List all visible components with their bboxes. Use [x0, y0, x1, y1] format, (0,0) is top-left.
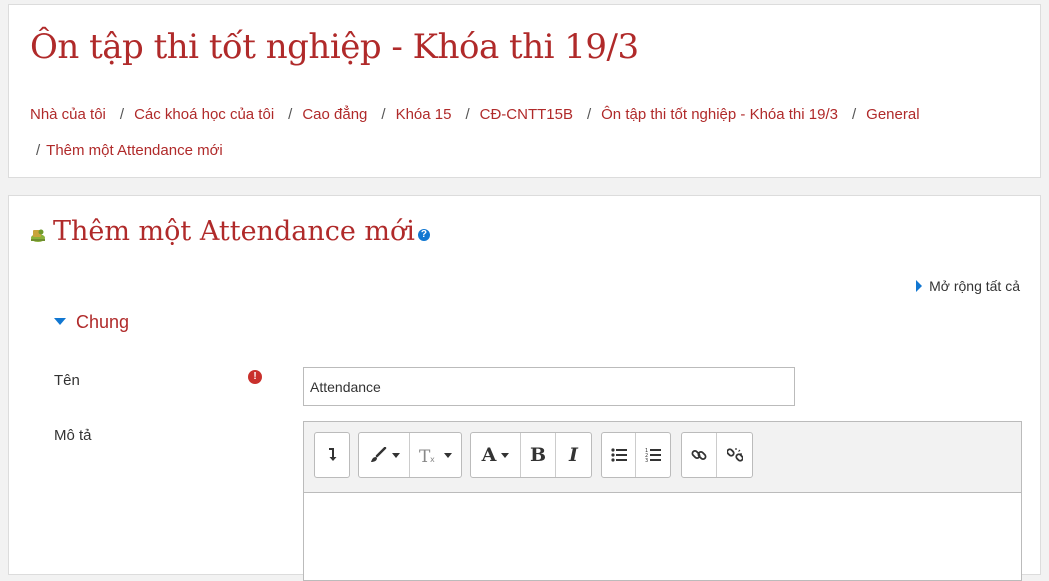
- section-title: Chung: [76, 312, 130, 332]
- page-header: Ôn tập thi tốt nghiệp - Khóa thi 19/3 Nh…: [8, 4, 1041, 178]
- italic-button[interactable]: I: [556, 433, 591, 477]
- main-content: Thêm một Attendance mới ? Mở rộng tất cả…: [8, 195, 1041, 581]
- breadcrumb-separator: /: [119, 106, 125, 123]
- module-title: Thêm một Attendance mới: [53, 216, 415, 247]
- toolbar-group-style: T x: [358, 432, 462, 478]
- toolbar-group-lists: 1 2 3: [601, 432, 671, 478]
- caret-down-icon: [501, 452, 510, 458]
- breadcrumb-item-home[interactable]: Nhà của tôi: [30, 106, 106, 123]
- bold-icon: B: [529, 444, 547, 466]
- breadcrumb-separator: /: [381, 106, 386, 123]
- module-heading: Thêm một Attendance mới ?: [29, 216, 430, 247]
- name-label: Tên: [54, 372, 80, 389]
- expand-all-label: Mở rộng tất cả: [929, 278, 1020, 294]
- breadcrumb-separator: /: [586, 106, 592, 123]
- caret-down-icon: [444, 452, 452, 458]
- svg-text:x: x: [430, 455, 435, 464]
- breadcrumb-separator: /: [36, 142, 41, 159]
- attendance-module-icon: [31, 229, 45, 242]
- toolbar-group-links: [681, 432, 753, 478]
- bold-button[interactable]: B: [521, 433, 556, 477]
- breadcrumb-item-current[interactable]: Thêm một Attendance mới: [46, 142, 223, 159]
- collapse-triangle-icon: [54, 318, 66, 325]
- bulleted-list-icon: [610, 448, 627, 462]
- breadcrumb-item-course[interactable]: Ôn tập thi tốt nghiệp - Khóa thi 19/3: [601, 106, 838, 123]
- help-icon[interactable]: ?: [417, 228, 430, 241]
- italic-icon: I: [569, 444, 578, 466]
- numbered-list-icon: 1 2 3: [645, 448, 661, 463]
- editor-toolbar: T x A B I 1 2 3: [304, 422, 1021, 493]
- breadcrumb-item-cohort[interactable]: Khóa 15: [396, 106, 452, 123]
- expand-all-link[interactable]: Mở rộng tất cả: [916, 278, 1020, 294]
- link-button[interactable]: [682, 433, 717, 477]
- toggle-toolbar-icon: [329, 448, 337, 461]
- breadcrumb-item-general[interactable]: General: [866, 106, 919, 123]
- link-icon: [691, 450, 707, 460]
- breadcrumb-separator: /: [465, 106, 470, 123]
- breadcrumb-item-class[interactable]: CĐ-CNTT15B: [480, 106, 573, 123]
- bulleted-list-button[interactable]: [602, 433, 636, 477]
- paintbrush-icon: [370, 447, 386, 462]
- numbered-list-button[interactable]: 1 2 3: [636, 433, 670, 477]
- font-color-button[interactable]: A: [471, 433, 521, 477]
- breadcrumb-item-my-courses[interactable]: Các khoá học của tôi: [134, 106, 274, 123]
- required-icon: !: [248, 370, 262, 384]
- expand-triangle-icon: [916, 280, 923, 292]
- name-input[interactable]: [303, 367, 795, 406]
- font-color-icon: A: [481, 444, 497, 466]
- description-editor: T x A B I 1 2 3: [303, 421, 1022, 581]
- svg-text:3: 3: [645, 458, 648, 463]
- breadcrumb: Nhà của tôi / Các khoá học của tôi / Cao đẳn…: [30, 97, 1020, 169]
- breadcrumb-item-college[interactable]: Cao đẳng: [302, 106, 367, 123]
- paintbrush-button[interactable]: [359, 433, 410, 477]
- toolbar-group-toggle: [314, 432, 350, 478]
- text-style-icon: T x: [419, 447, 435, 464]
- description-label: Mô tả: [54, 427, 92, 444]
- unlink-button[interactable]: [717, 433, 752, 477]
- unlink-icon: [726, 448, 743, 462]
- editor-content-area[interactable]: [304, 493, 1021, 581]
- breadcrumb-separator: /: [851, 106, 857, 123]
- section-general-toggle[interactable]: Chung: [54, 312, 129, 333]
- page-title: Ôn tập thi tốt nghiệp - Khóa thi 19/3: [30, 27, 639, 67]
- breadcrumb-separator: /: [288, 106, 293, 123]
- text-style-button[interactable]: T x: [410, 433, 461, 477]
- toggle-toolbar-button[interactable]: [315, 433, 349, 477]
- toolbar-group-text: A B I: [470, 432, 592, 478]
- caret-down-icon: [391, 452, 400, 458]
